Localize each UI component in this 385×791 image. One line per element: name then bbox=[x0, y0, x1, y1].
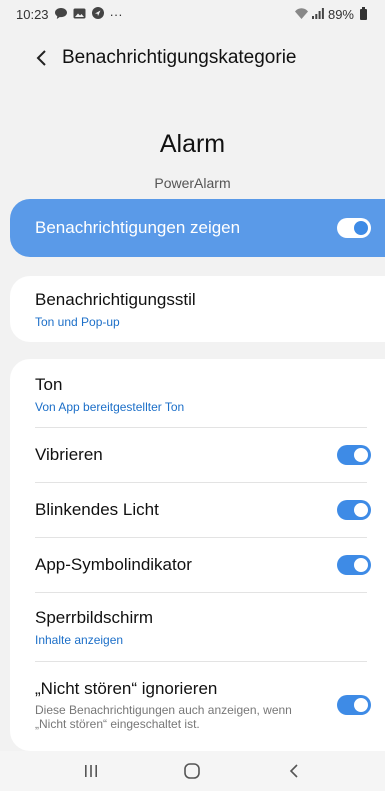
chevron-left-icon bbox=[36, 50, 46, 66]
switch-knob bbox=[352, 696, 370, 714]
sound-row[interactable]: Ton Von App bereitgestellter Ton bbox=[10, 359, 385, 427]
lock-screen-value: Inhalte anzeigen bbox=[35, 632, 124, 647]
blinking-light-title: Blinkendes Licht bbox=[35, 500, 159, 519]
ignore-dnd-title: „Nicht stören“ ignorieren bbox=[35, 679, 218, 698]
category-title: Alarm bbox=[159, 130, 226, 158]
ignore-dnd-texts: „Nicht stören“ ignorieren Diese Benachri… bbox=[35, 679, 325, 731]
more-notifications-icon: ··· bbox=[109, 6, 123, 22]
switch-knob bbox=[352, 556, 370, 574]
switch-knob bbox=[352, 446, 370, 464]
page-title: Benachrichtigungskategorie bbox=[62, 47, 297, 68]
show-notifications-switch[interactable] bbox=[337, 218, 371, 238]
notification-settings-card: Ton Von App bereitgestellter Ton Vibrier… bbox=[10, 359, 385, 751]
ignore-dnd-switch[interactable] bbox=[337, 695, 371, 715]
navigation-notification-icon bbox=[91, 7, 104, 21]
status-left: 10:23 ··· bbox=[16, 7, 123, 22]
sound-title: Ton bbox=[35, 374, 63, 394]
vibrate-row[interactable]: Vibrieren bbox=[10, 428, 385, 482]
system-navigation-bar bbox=[0, 751, 385, 791]
notification-style-card: Benachrichtigungsstil Ton und Pop-up bbox=[10, 276, 385, 342]
back-icon bbox=[290, 764, 298, 778]
lock-screen-title: Sperrbildschirm bbox=[35, 607, 154, 627]
app-icon-badge-switch[interactable] bbox=[337, 555, 371, 575]
notification-style-title: Benachrichtigungsstil bbox=[35, 289, 196, 309]
vibrate-switch[interactable] bbox=[337, 445, 371, 465]
chat-notification-icon bbox=[54, 7, 67, 21]
status-bar: 10:23 ··· 89% bbox=[0, 0, 385, 28]
home-icon bbox=[184, 763, 201, 779]
app-name: PowerAlarm bbox=[154, 175, 231, 191]
ignore-dnd-row[interactable]: „Nicht stören“ ignorieren Diese Benachri… bbox=[10, 662, 385, 748]
gallery-notification-icon bbox=[73, 8, 86, 21]
app-icon-badge-title: App-Symbolindikator bbox=[35, 555, 192, 574]
recent-apps-icon bbox=[84, 765, 97, 777]
switch-knob bbox=[352, 219, 370, 237]
status-time: 10:23 bbox=[16, 6, 49, 22]
app-header: Benachrichtigungskategorie bbox=[0, 38, 385, 78]
lock-screen-texts: Sperrbildschirm Inhalte anzeigen bbox=[35, 608, 153, 647]
notification-style-row[interactable]: Benachrichtigungsstil Ton und Pop-up bbox=[10, 276, 385, 342]
app-icon-badge-row[interactable]: App-Symbolindikator bbox=[10, 538, 385, 592]
recent-apps-button[interactable] bbox=[71, 756, 111, 786]
home-button[interactable] bbox=[172, 756, 212, 786]
battery-icon bbox=[360, 6, 367, 20]
wifi-icon bbox=[294, 7, 308, 21]
switch-knob bbox=[352, 501, 370, 519]
blinking-light-row[interactable]: Blinkendes Licht bbox=[10, 483, 385, 537]
notification-style-texts: Benachrichtigungsstil Ton und Pop-up bbox=[35, 290, 196, 329]
show-notifications-label: Benachrichtigungen zeigen bbox=[35, 218, 241, 237]
status-right: 89% bbox=[294, 6, 367, 22]
battery-percent: 89% bbox=[327, 6, 354, 22]
notification-style-value: Ton und Pop-up bbox=[35, 314, 120, 329]
sound-texts: Ton Von App bereitgestellter Ton bbox=[35, 375, 184, 414]
blinking-light-switch[interactable] bbox=[337, 500, 371, 520]
nav-back-button[interactable] bbox=[274, 756, 314, 786]
sound-value: Von App bereitgestellter Ton bbox=[35, 399, 185, 414]
vibrate-title: Vibrieren bbox=[35, 445, 103, 464]
signal-icon bbox=[311, 7, 324, 21]
ignore-dnd-description: Diese Benachrichtigungen auch anzeigen, … bbox=[35, 703, 292, 731]
show-notifications-row[interactable]: Benachrichtigungen zeigen bbox=[10, 199, 385, 257]
back-button[interactable] bbox=[30, 47, 52, 69]
lock-screen-row[interactable]: Sperrbildschirm Inhalte anzeigen bbox=[10, 593, 385, 661]
